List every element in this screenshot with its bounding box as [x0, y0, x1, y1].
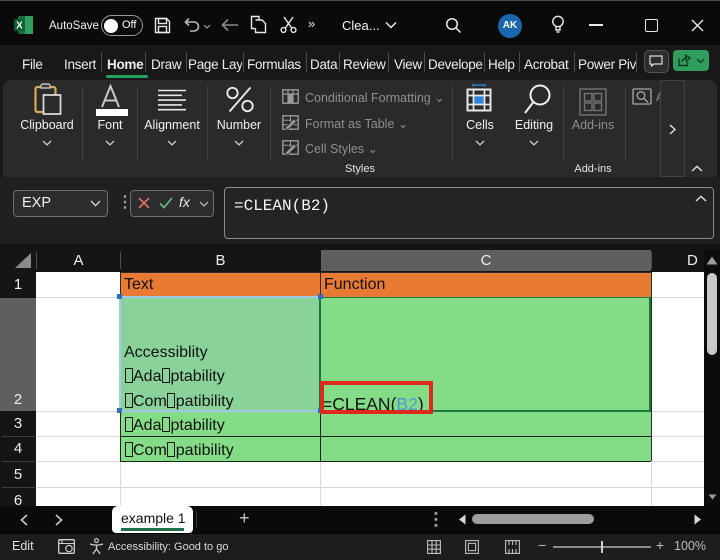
svg-text:X: X — [16, 21, 23, 32]
